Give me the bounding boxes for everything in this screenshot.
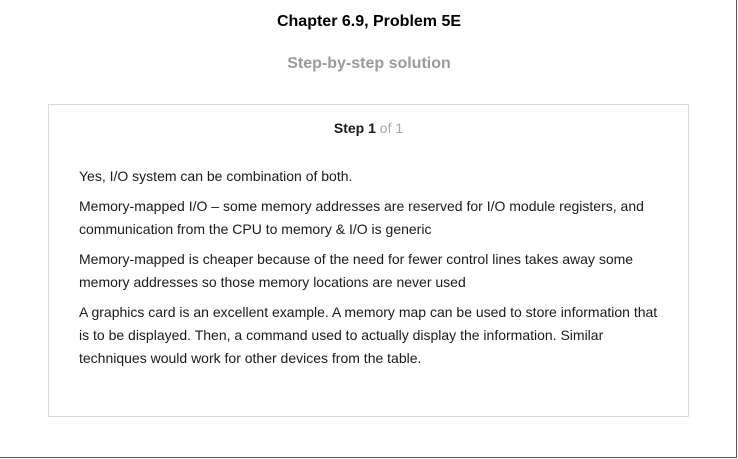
step-card: Step 1 of 1 Yes, I/O system can be combi… — [48, 104, 689, 417]
solution-paragraph: A graphics card is an excellent example.… — [79, 304, 658, 366]
step-label: Step — [333, 120, 365, 136]
solution-paragraph: Memory-mapped is cheaper because of the … — [79, 251, 634, 290]
chapter-title: Chapter 6.9, Problem 5E — [276, 13, 462, 30]
solution-subtitle: Step-by-step solution — [287, 55, 451, 72]
solution-paragraph: Memory-mapped I/O – some memory addresse… — [79, 198, 644, 237]
step-of-total: of 1 — [379, 120, 404, 136]
step-header: Step 1 of 1 — [49, 119, 688, 137]
step-number: 1 — [368, 120, 376, 136]
solution-paragraph: Yes, I/O system can be combination of bo… — [79, 168, 353, 184]
solution-body: Yes, I/O system can be combination of bo… — [79, 165, 669, 377]
